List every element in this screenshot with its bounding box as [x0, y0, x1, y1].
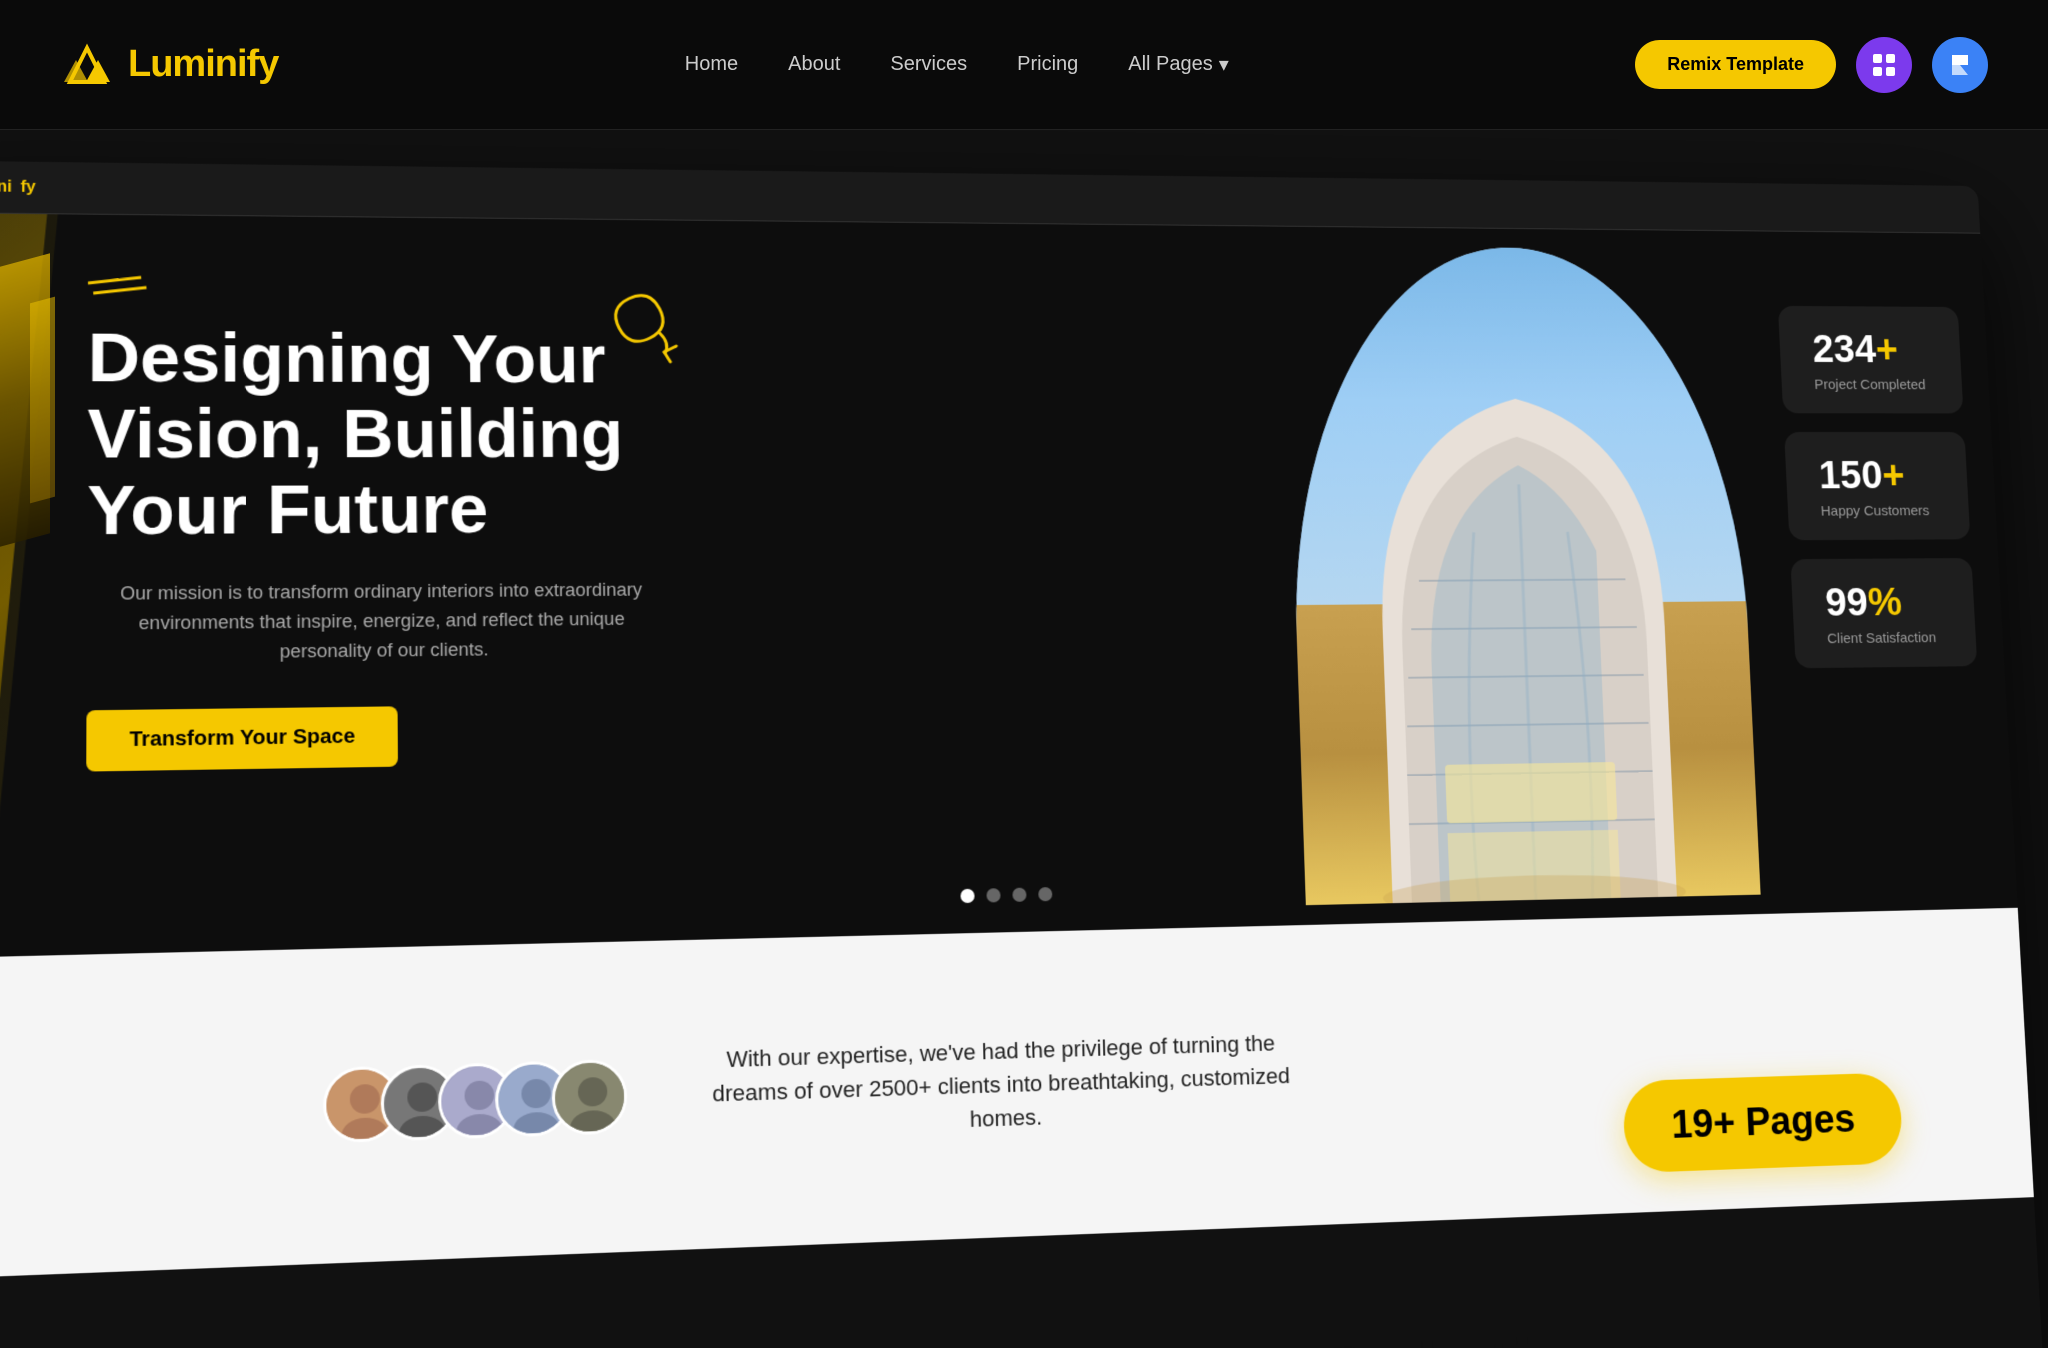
stats-panel: 234+ Project Completed 150+ Happy Custom… — [1778, 306, 1977, 668]
nav-right-actions: Remix Template — [1635, 37, 1988, 93]
avatar-5-image — [555, 1062, 628, 1136]
perspective-container: Luminify Designing Your Vision, Building… — [0, 160, 2045, 1348]
swirl-decoration — [568, 278, 691, 377]
logo[interactable]: Luminify — [60, 38, 278, 92]
chevron-down-icon: ▾ — [1219, 52, 1229, 77]
building-svg — [1334, 341, 1714, 904]
nav-home[interactable]: Home — [685, 53, 738, 76]
nav-services[interactable]: Services — [890, 53, 967, 76]
bottom-section: With our expertise, we've had the privil… — [0, 908, 2034, 1281]
bottom-description: With our expertise, we've had the privil… — [709, 1025, 1294, 1144]
stat-projects: 234+ Project Completed — [1778, 306, 1964, 414]
stat-satisfaction: 99% Client Satisfaction — [1790, 558, 1977, 668]
stat-customers-label: Happy Customers — [1820, 503, 1937, 519]
carousel-dots — [960, 887, 1052, 903]
browser-wrapper: Luminify Designing Your Vision, Building… — [0, 130, 2048, 1348]
hero-cta-button[interactable]: Transform Your Space — [86, 706, 397, 771]
nav-about[interactable]: About — [788, 53, 840, 76]
solutions-partial-text: Solutions — [1316, 1315, 1672, 1348]
stat-customers: 150+ Happy Customers — [1784, 432, 1970, 540]
avatar-5 — [552, 1059, 628, 1136]
browser-logo-mini: Luminify — [0, 172, 36, 202]
main-nav: Home About Services Pricing All Pages ▾ — [685, 52, 1229, 77]
stat-projects-label: Project Completed — [1814, 377, 1930, 393]
hero-description: Our mission is to transform ordinary int… — [87, 576, 675, 669]
nav-pricing[interactable]: Pricing — [1017, 53, 1078, 76]
dot-3[interactable] — [1012, 888, 1026, 902]
remix-template-button[interactable]: Remix Template — [1635, 40, 1836, 89]
stat-customers-number: 150+ — [1818, 453, 1936, 498]
nav-all-pages[interactable]: All Pages ▾ — [1128, 52, 1229, 77]
grid-icon — [1870, 51, 1898, 79]
stat-projects-number: 234+ — [1812, 327, 1929, 372]
browser-frame: Luminify Designing Your Vision, Building… — [0, 160, 2045, 1348]
dot-1[interactable] — [960, 889, 974, 903]
swirl-icon — [568, 278, 691, 377]
deco-lines-icon — [88, 275, 152, 306]
framer-icon — [1946, 51, 1974, 79]
hero-image — [1283, 246, 1760, 906]
hero-image-inner — [1283, 246, 1760, 906]
gold-bar-decoration — [0, 260, 80, 560]
avatars-row — [323, 1059, 628, 1144]
dot-2[interactable] — [986, 888, 1000, 902]
dot-4[interactable] — [1038, 887, 1052, 901]
logo-icon — [60, 38, 114, 92]
top-navigation: Luminify Home About Services Pricing All… — [0, 0, 2048, 130]
grid-icon-button[interactable] — [1856, 37, 1912, 93]
stat-satisfaction-label: Client Satisfaction — [1827, 630, 1944, 647]
logo-text: Luminify — [128, 43, 278, 86]
stat-satisfaction-number: 99% — [1824, 579, 1942, 625]
hero-section: Designing Your Vision, Building Your Fut… — [0, 213, 2018, 960]
framer-icon-button[interactable] — [1932, 37, 1988, 93]
pages-badge: 19+ Pages — [1622, 1072, 1903, 1173]
